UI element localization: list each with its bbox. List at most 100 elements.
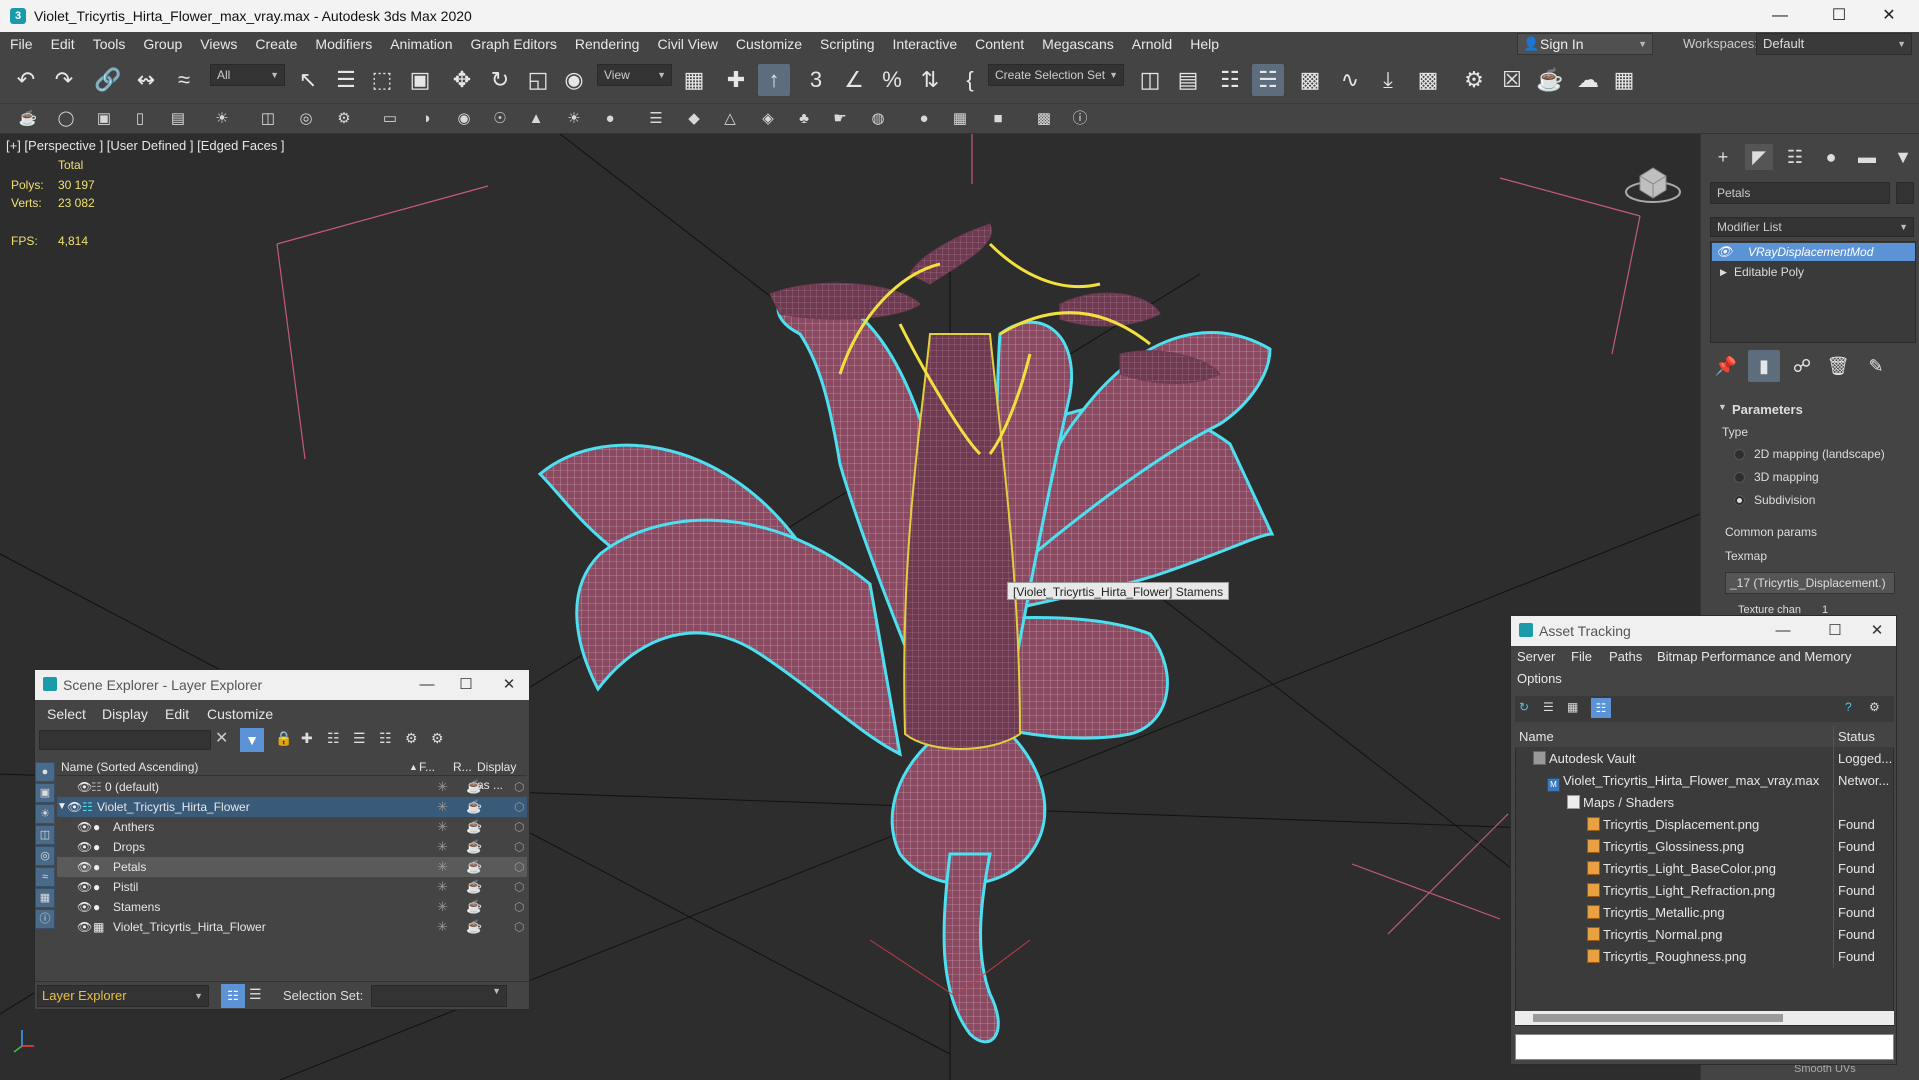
display-box-icon[interactable]: ⬡ bbox=[514, 857, 524, 877]
pistil-mesh[interactable] bbox=[890, 732, 1047, 1044]
column-status-header[interactable]: Status bbox=[1833, 726, 1875, 748]
display-helpers-icon[interactable]: ◎ bbox=[35, 846, 55, 866]
object-name-field[interactable]: Petals bbox=[1710, 182, 1890, 204]
asset-menu-options[interactable]: Options bbox=[1517, 671, 1562, 686]
close-button[interactable]: ✕ bbox=[489, 670, 529, 700]
rollout-collapse-icon[interactable]: ▼ bbox=[1718, 402, 1727, 412]
select-manipulate-icon[interactable]: ✚ bbox=[720, 64, 752, 96]
scene-menu-customize[interactable]: Customize bbox=[207, 706, 273, 722]
vray-enmesh-icon[interactable]: ◍ bbox=[866, 107, 890, 131]
minimize-button[interactable]: — bbox=[407, 670, 447, 700]
render-teapot-icon[interactable]: ☕ bbox=[466, 897, 482, 917]
pivot-center-icon[interactable]: ▦ bbox=[678, 64, 710, 96]
eye-icon[interactable]: 👁 bbox=[77, 877, 92, 897]
vray-sun-icon[interactable]: ☀ bbox=[562, 107, 586, 131]
menu-civil-view[interactable]: Civil View bbox=[648, 36, 726, 52]
display-box-icon[interactable]: ⬡ bbox=[514, 777, 524, 797]
column-renderable-header[interactable]: R... bbox=[453, 758, 472, 776]
percent-snap-icon[interactable]: % bbox=[876, 64, 908, 96]
render-teapot-icon[interactable]: ☕ bbox=[466, 857, 482, 877]
mirror-icon[interactable]: ◫ bbox=[1134, 64, 1166, 96]
remove-modifier-icon[interactable]: 🗑 bbox=[1822, 350, 1854, 382]
eye-icon[interactable]: 👁 bbox=[1716, 243, 1733, 261]
display-box-icon[interactable]: ⬡ bbox=[514, 817, 524, 837]
display-box-icon[interactable]: ⬡ bbox=[514, 917, 524, 937]
angle-snap-icon[interactable]: ∠ bbox=[838, 64, 870, 96]
box-icon[interactable]: ▣ bbox=[92, 107, 116, 131]
eye-icon[interactable]: 👁 bbox=[67, 797, 82, 817]
eye-icon[interactable]: 👁 bbox=[77, 917, 92, 937]
help-icon[interactable]: ⓘ bbox=[1068, 107, 1092, 131]
menu-interactive[interactable]: Interactive bbox=[884, 36, 967, 52]
schematic-view-icon[interactable]: ⤓ bbox=[1372, 64, 1404, 96]
vray-clipper-icon[interactable]: ♣ bbox=[792, 107, 816, 131]
asset-row[interactable]: M Violet_Tricyrtis_Hirta_Flower_max_vray.… bbox=[1515, 770, 1894, 792]
layer-stack-icon[interactable]: ☷ bbox=[379, 730, 392, 747]
menu-file[interactable]: File bbox=[0, 36, 42, 52]
object-row[interactable]: 👁 ● Anthers ✳ ☕ ⬡ bbox=[57, 817, 527, 837]
scene-explorer-icon[interactable]: ☷ bbox=[1214, 64, 1246, 96]
freeze-icon[interactable]: ✳ bbox=[437, 897, 448, 917]
radio-3d-mapping[interactable] bbox=[1734, 472, 1745, 483]
stack-item-vray-displacement[interactable]: 👁 VRayDisplacementMod bbox=[1712, 243, 1915, 261]
layer-explorer-toggle-icon[interactable]: ☷ bbox=[221, 984, 245, 1008]
expand-arrow-icon[interactable]: ▶ bbox=[1720, 263, 1727, 281]
render-in-cloud-icon[interactable]: ☁ bbox=[1572, 64, 1604, 96]
asset-menu-bitmap-performance[interactable]: Bitmap Performance and Memory bbox=[1657, 649, 1851, 664]
rendered-frame-window-icon[interactable]: ☒ bbox=[1496, 64, 1528, 96]
render-teapot-icon[interactable]: ☕ bbox=[466, 817, 482, 837]
vray-vfb-icon[interactable]: ▦ bbox=[948, 107, 972, 131]
rotate-icon[interactable]: ↻ bbox=[484, 64, 516, 96]
asset-row[interactable]: Tricyrtis_Roughness.png Found bbox=[1515, 946, 1894, 968]
menu-animation[interactable]: Animation bbox=[381, 36, 461, 52]
render-teapot-icon[interactable]: ☕ bbox=[466, 877, 482, 897]
minimize-button[interactable]: — bbox=[1763, 616, 1803, 646]
display-xrefs-icon[interactable]: ⓘ bbox=[35, 909, 55, 929]
display-groups-icon[interactable]: ▦ bbox=[35, 888, 55, 908]
display-box-icon[interactable]: ⬡ bbox=[514, 837, 524, 857]
link-icon[interactable]: 🔗 bbox=[92, 64, 124, 96]
tree-view-icon[interactable]: ☷ bbox=[1591, 698, 1611, 718]
maximize-button[interactable]: ☐ bbox=[1816, 0, 1862, 32]
asset-path-field[interactable] bbox=[1515, 1034, 1894, 1060]
asset-menu-server[interactable]: Server bbox=[1517, 649, 1555, 664]
curve-editor-icon[interactable]: ∿ bbox=[1334, 64, 1366, 96]
create-tab-icon[interactable]: + bbox=[1709, 144, 1737, 170]
render-production-icon[interactable]: ☕ bbox=[1534, 64, 1566, 96]
menu-views[interactable]: Views bbox=[191, 36, 246, 52]
asset-row[interactable]: Tricyrtis_Displacement.png Found bbox=[1515, 814, 1894, 836]
parameters-rollout-title[interactable]: Parameters bbox=[1732, 402, 1803, 417]
asset-row[interactable]: Autodesk Vault Logged... bbox=[1515, 748, 1894, 770]
teapot-icon[interactable]: ☕ bbox=[16, 107, 40, 131]
texmap-button[interactable]: _17 (Tricyrtis_Displacement.) bbox=[1725, 572, 1895, 594]
render-teapot-icon[interactable]: ☕ bbox=[466, 837, 482, 857]
display-spacewarps-icon[interactable]: ≈ bbox=[35, 867, 55, 887]
menu-tools[interactable]: Tools bbox=[84, 36, 135, 52]
snaps-toggle-icon[interactable]: 3 bbox=[800, 64, 832, 96]
object-row[interactable]: 👁 ● Pistil ✳ ☕ ⬡ bbox=[57, 877, 527, 897]
render-teapot-icon[interactable]: ☕ bbox=[466, 777, 482, 797]
vray-volume-icon[interactable]: ◈ bbox=[756, 107, 780, 131]
asset-tracking-titlebar[interactable]: Asset Tracking — ☐ ✕ bbox=[1511, 616, 1896, 646]
undo-icon[interactable]: ↶ bbox=[10, 64, 42, 96]
radio-2d-mapping[interactable] bbox=[1734, 449, 1745, 460]
plane-icon[interactable]: ▤ bbox=[166, 107, 190, 131]
radio-subdivision[interactable] bbox=[1734, 495, 1745, 506]
object-row[interactable]: 👁 ● Stamens ✳ ☕ ⬡ bbox=[57, 897, 527, 917]
vray-proxy-icon[interactable]: ◆ bbox=[682, 107, 706, 131]
vray-ambient-icon[interactable]: ▲ bbox=[524, 107, 548, 131]
eye-icon[interactable]: 👁 bbox=[77, 817, 92, 837]
display-tab-icon[interactable]: ▬ bbox=[1853, 144, 1881, 170]
workspaces-dropdown[interactable]: Default ▼ bbox=[1756, 33, 1912, 55]
menu-customize[interactable]: Customize bbox=[727, 36, 811, 52]
display-cameras-icon[interactable]: ◫ bbox=[35, 825, 55, 845]
render-teapot-icon[interactable]: ☕ bbox=[466, 797, 482, 817]
scrollbar-thumb[interactable] bbox=[1533, 1014, 1783, 1022]
window-crossing-icon[interactable]: ▣ bbox=[404, 64, 436, 96]
menu-megascans[interactable]: Megascans bbox=[1033, 36, 1123, 52]
lock-icon[interactable]: 🔒 bbox=[275, 730, 292, 747]
add-layer-icon[interactable]: ✚ bbox=[301, 730, 313, 747]
scale-icon[interactable]: ◱ bbox=[522, 64, 554, 96]
scene-menu-edit[interactable]: Edit bbox=[165, 706, 189, 722]
layer-explorer-icon[interactable]: ☵ bbox=[1252, 64, 1284, 96]
